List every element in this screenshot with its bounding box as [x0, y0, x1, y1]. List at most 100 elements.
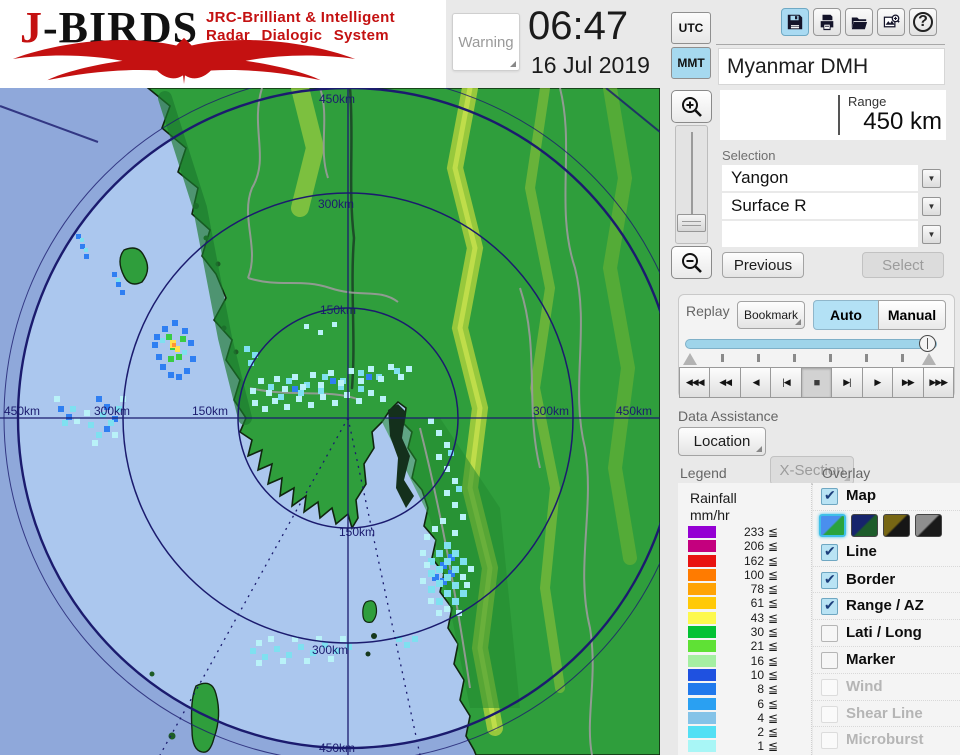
map-style-row [813, 509, 960, 539]
legend-row: 43 ≦ [686, 611, 806, 625]
legend-lte-symbol: ≦ [768, 739, 779, 754]
legend-color-swatch [688, 583, 716, 596]
previous-button[interactable]: Previous [722, 252, 804, 278]
fast-rewind-button[interactable]: ◀◀ [709, 367, 741, 398]
map-style-swatch-1[interactable] [819, 513, 846, 537]
product-dropdown[interactable]: Surface R [722, 193, 918, 219]
bookmark-button[interactable]: Bookmark [737, 301, 805, 329]
overlay-checkbox[interactable] [821, 543, 838, 561]
overlay-checkbox[interactable] [821, 597, 838, 616]
range-label: Range [848, 94, 887, 109]
save-button[interactable] [781, 8, 809, 36]
legend-color-swatch [688, 540, 716, 553]
rainfall-legend: Rainfall mm/hr 233 ≦ 206 ≦ 162 ≦ 100 ≦ 7… [678, 483, 812, 755]
legend-lte-symbol: ≦ [768, 725, 779, 740]
mmt-button[interactable]: MMT [671, 47, 711, 79]
zoom-out-button[interactable] [671, 246, 712, 279]
overlay-item-shear-line: Shear Line [813, 699, 960, 727]
map-style-swatch-3[interactable] [883, 513, 910, 537]
fastest-rewind-button[interactable]: ◀◀◀ [679, 367, 711, 398]
overlay-item-lati-long: Lati / Long [813, 619, 960, 646]
legend-value: 61 [750, 596, 764, 611]
question-icon: ? [913, 12, 933, 32]
map-style-swatch-4[interactable] [915, 513, 942, 537]
clock-time: 06:47 [528, 4, 629, 48]
step-forward-icon: ▶| [843, 377, 851, 387]
playback-controls: ◀◀◀ ◀◀ ◀ |◀ ■ ▶| ▶ ▶▶ ▶▶▶ [679, 367, 954, 398]
magnifier-minus-icon [681, 252, 702, 273]
location-button[interactable]: Location [678, 427, 766, 456]
overlay-item-map: Map [813, 483, 960, 510]
slider-tick [793, 354, 796, 362]
legend-label: Legend [680, 465, 727, 481]
ring-label: 450km [319, 741, 355, 755]
legend-lte-symbol: ≦ [768, 667, 779, 682]
legend-color-swatch [688, 697, 716, 710]
utc-button[interactable]: UTC [671, 12, 711, 44]
fastest-forward-button[interactable]: ▶▶▶ [922, 367, 954, 398]
play-button[interactable]: ▶ [861, 367, 894, 398]
overlay-checkbox[interactable] [821, 571, 838, 589]
printer-icon [820, 14, 834, 31]
replay-slider-thumb[interactable] [919, 335, 936, 352]
auto-mode-button[interactable]: Auto [813, 300, 879, 330]
option-dropdown-arrow[interactable]: ▼ [922, 225, 941, 244]
legend-unit: mm/hr [690, 507, 730, 523]
capture-button[interactable] [877, 8, 905, 36]
overlay-checkbox[interactable] [821, 651, 838, 669]
slider-tick [721, 354, 724, 362]
chevron-down-icon: ▼ [927, 174, 936, 183]
legend-color-swatch [688, 611, 716, 624]
play-reverse-button[interactable]: ◀ [739, 367, 772, 398]
zoom-in-button[interactable] [671, 90, 712, 123]
zoom-slider[interactable] [675, 125, 708, 244]
range-value: 450 km [863, 108, 942, 135]
overlay-item-label: Microburst [846, 731, 924, 749]
overlay-checkbox[interactable] [821, 625, 838, 643]
step-forward-button[interactable]: ▶| [831, 367, 863, 398]
legend-value: 78 [750, 582, 764, 597]
legend-value: 30 [750, 625, 764, 640]
map-checkbox[interactable] [821, 487, 838, 505]
step-back-icon: |◀ [782, 377, 790, 387]
legend-color-swatch [688, 711, 716, 724]
option-dropdown[interactable] [722, 221, 918, 247]
site-dropdown[interactable]: Yangon [722, 165, 918, 191]
manual-mode-button[interactable]: Manual [878, 300, 946, 330]
overlay-item-label: Shear Line [846, 704, 923, 722]
radar-map[interactable]: 450km 300km 150km 450km 300km 150km 300k… [0, 73, 693, 755]
ring-label: 150km [320, 303, 356, 317]
overlay-item-label: Lati / Long [846, 624, 922, 642]
ring-label: 300km [533, 404, 569, 418]
map-style-swatch-2[interactable] [851, 513, 878, 537]
fast-forward-button[interactable]: ▶▶ [892, 367, 924, 398]
ring-label: 300km [94, 404, 130, 418]
site-dropdown-arrow[interactable]: ▼ [922, 169, 941, 188]
replay-panel: Replay Bookmark Auto Manual ◀◀◀ ◀◀ ◀ |◀ … [678, 294, 955, 398]
zoom-slider-handle[interactable] [677, 214, 706, 232]
ring-label: 450km [616, 404, 652, 418]
legend-color-swatch [688, 554, 716, 567]
legend-value: 43 [750, 610, 764, 625]
open-folder-button[interactable] [845, 8, 873, 36]
help-button[interactable]: ? [909, 8, 937, 36]
stop-icon: ■ [813, 376, 821, 389]
print-button[interactable] [813, 8, 841, 36]
ring-label: 450km [319, 92, 355, 106]
overlay-item-border: Border [813, 565, 960, 593]
fast-rewind-icon: ◀◀◀ [685, 377, 705, 387]
overlay-item-microburst: Microburst [813, 726, 960, 753]
legend-row: 2 ≦ [686, 725, 806, 739]
overlay-options: Map Line Border Range / AZ Lati / Long M… [813, 483, 960, 755]
replay-slider[interactable] [685, 339, 937, 349]
overlay-item-label: Range / AZ [846, 597, 924, 615]
product-dropdown-arrow[interactable]: ▼ [922, 197, 941, 216]
warning-button[interactable]: Warning [452, 13, 520, 71]
legend-color-swatch [688, 668, 716, 681]
zoom-slider-track [690, 132, 693, 214]
step-back-button[interactable]: |◀ [770, 367, 802, 398]
legend-row: 206 ≦ [686, 539, 806, 553]
fast-forward-icon: ▶▶ [901, 377, 915, 387]
legend-rows: 233 ≦ 206 ≦ 162 ≦ 100 ≦ 78 ≦ 61 ≦ 43 ≦ 3… [686, 525, 806, 754]
stop-button[interactable]: ■ [800, 367, 833, 398]
